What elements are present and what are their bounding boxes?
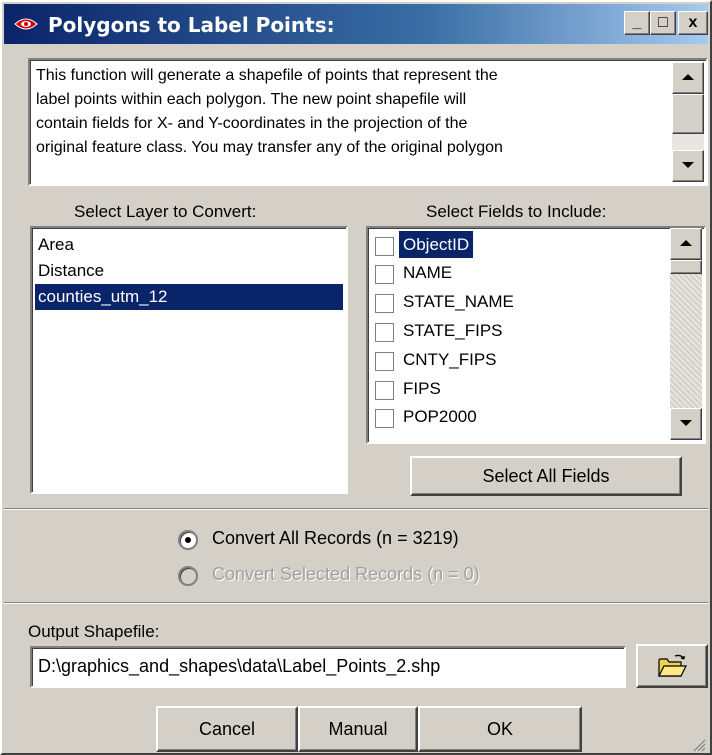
title-bar[interactable]: Polygons to Label Points: _ □ x: [4, 4, 708, 44]
arrow-down-icon: [680, 420, 692, 426]
cancel-button[interactable]: Cancel: [156, 706, 298, 752]
layer-item[interactable]: Area: [35, 232, 343, 258]
layer-listbox[interactable]: Area Distance counties_utm_12: [30, 226, 348, 494]
field-item-state-name[interactable]: STATE_NAME: [371, 287, 667, 315]
open-folder-icon: [658, 654, 687, 677]
description-scrollbar[interactable]: [672, 62, 704, 182]
arrow-down-icon: [682, 162, 694, 168]
convert-selected-label: Convert Selected Records (n = 0): [212, 564, 480, 584]
browse-button[interactable]: [636, 644, 708, 688]
arrow-up-icon: [680, 240, 692, 246]
field-label: POP2000: [403, 407, 477, 426]
field-item-pop2000[interactable]: POP2000: [371, 402, 667, 430]
field-scroll-thumb[interactable]: [670, 260, 702, 274]
convert-all-label[interactable]: Convert All Records (n = 3219): [212, 528, 459, 549]
field-scroll-down-button[interactable]: [670, 408, 702, 440]
separator: [4, 602, 708, 604]
manual-button[interactable]: Manual: [298, 706, 418, 752]
radio-selected-dot: [185, 537, 191, 543]
field-checkbox[interactable]: [375, 265, 394, 284]
convert-selected-radio: [178, 566, 198, 586]
field-label: STATE_FIPS: [403, 321, 503, 340]
field-label: FIPS: [403, 379, 441, 398]
arrow-up-icon: [682, 74, 694, 80]
layer-item-selected[interactable]: counties_utm_12: [35, 284, 343, 310]
field-checkbox[interactable]: [375, 352, 394, 371]
field-checkbox[interactable]: [375, 323, 394, 342]
field-label: STATE_NAME: [403, 292, 514, 311]
separator: [4, 508, 708, 510]
window-title: Polygons to Label Points:: [48, 13, 335, 37]
close-button[interactable]: x: [678, 11, 708, 35]
description-text: This function will generate a shapefile …: [36, 67, 503, 156]
field-checkbox[interactable]: [375, 409, 394, 428]
minimize-button[interactable]: _: [624, 11, 650, 35]
field-item-fips[interactable]: FIPS: [371, 374, 667, 402]
field-item-cnty-fips[interactable]: CNTY_FIPS: [371, 345, 667, 373]
field-checkbox[interactable]: [375, 237, 394, 256]
description-box[interactable]: This function will generate a shapefile …: [28, 58, 708, 186]
layer-item[interactable]: Distance: [35, 258, 343, 284]
layer-list-label: Select Layer to Convert:: [74, 202, 257, 221]
field-item-name[interactable]: NAME: [371, 258, 667, 286]
field-checkbox[interactable]: [375, 294, 394, 313]
field-listbox[interactable]: ObjectID NAME STATE_NAME STATE_FIPS CNTY…: [366, 226, 706, 444]
field-label: CNTY_FIPS: [403, 350, 497, 369]
field-label: NAME: [403, 263, 453, 282]
field-list-label: Select Fields to Include:: [426, 202, 607, 221]
field-item-objectid[interactable]: ObjectID: [371, 230, 667, 258]
output-label: Output Shapefile:: [28, 622, 160, 641]
scroll-down-button[interactable]: [672, 150, 704, 182]
scroll-thumb[interactable]: [672, 94, 704, 134]
ok-button[interactable]: OK: [418, 706, 582, 752]
red-eye-icon: [14, 18, 38, 30]
select-all-fields-button[interactable]: Select All Fields: [410, 456, 682, 496]
output-path-field[interactable]: D:\graphics_and_shapes\data\Label_Points…: [30, 646, 626, 688]
resize-grip-icon[interactable]: [692, 738, 706, 752]
convert-all-radio[interactable]: [178, 530, 198, 550]
maximize-button[interactable]: □: [650, 11, 676, 35]
scroll-up-button[interactable]: [672, 62, 704, 94]
field-item-state-fips[interactable]: STATE_FIPS: [371, 316, 667, 344]
field-label: ObjectID: [399, 231, 474, 258]
field-scroll-up-button[interactable]: [670, 228, 702, 260]
field-scrollbar[interactable]: [670, 228, 702, 440]
field-checkbox[interactable]: [375, 381, 394, 400]
dialog-window: Polygons to Label Points: _ □ x This fun…: [0, 0, 712, 755]
